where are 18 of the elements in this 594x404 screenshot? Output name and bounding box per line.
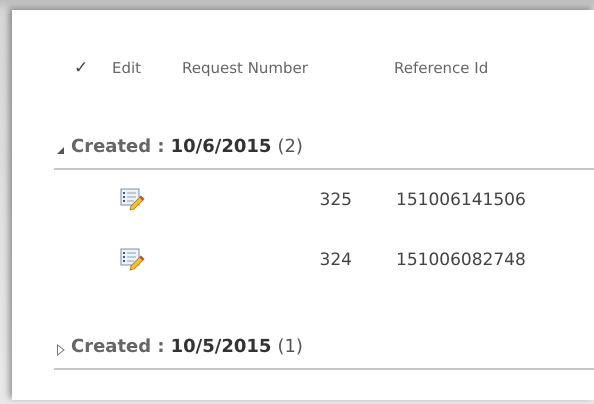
group-count: (1) xyxy=(277,336,303,357)
edit-icon[interactable] xyxy=(120,248,146,272)
collapse-icon[interactable] xyxy=(56,146,65,154)
edit-icon[interactable] xyxy=(120,188,146,212)
reference-id-cell-text: 151006082748 xyxy=(395,250,527,270)
column-header[interactable]: Edit xyxy=(112,59,176,77)
request-number-cell-text: 324 xyxy=(318,250,352,270)
column-header[interactable]: Request Number xyxy=(176,59,352,77)
group-field-label: Created : xyxy=(71,136,165,157)
group-field-label: Created : xyxy=(71,336,165,357)
group-value: 10/5/2015 xyxy=(170,336,272,357)
group-value: 10/6/2015 xyxy=(170,136,272,157)
group-count: (2) xyxy=(277,136,303,157)
expand-icon[interactable] xyxy=(56,344,65,356)
select-all-checkmark[interactable]: ✓ xyxy=(54,58,112,78)
column-header[interactable]: Reference Id xyxy=(352,59,594,77)
reference-id-cell-text: 151006141506 xyxy=(395,190,527,210)
request-number-cell-text: 325 xyxy=(318,190,352,210)
